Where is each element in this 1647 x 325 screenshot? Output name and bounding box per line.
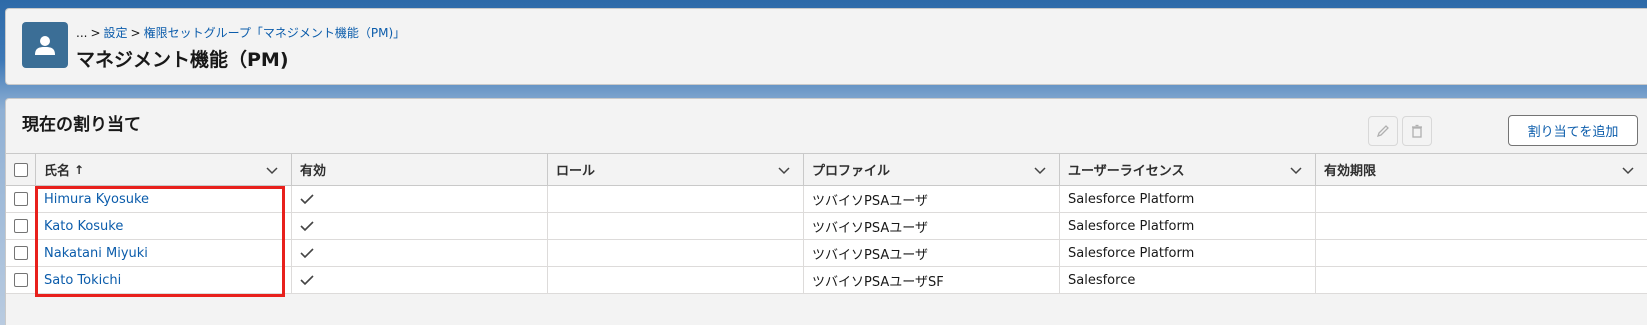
row-checkbox[interactable] [13,192,28,206]
breadcrumb-separator: > [90,26,101,40]
active-cell [292,213,548,239]
row-select-cell [6,186,36,212]
table-header-row: 氏名 ↑ 有効 ロール プロファイル ユーザーライセンス 有効期限 [6,154,1647,186]
row-checkbox[interactable] [13,273,28,287]
table-row: Nakatani Miyuki ツバイソPSAユーザ Salesforce Pl… [6,240,1647,267]
role-cell [548,213,804,239]
profile-cell: ツバイソPSAユーザ [804,186,1060,212]
user-name-link[interactable]: Himura Kyosuke [44,192,149,207]
select-all-cell [6,154,36,185]
column-header-expiry[interactable]: 有効期限 [1316,154,1647,185]
license-cell: Salesforce Platform [1060,213,1316,239]
name-cell: Kato Kosuke [36,213,292,239]
active-cell [292,186,548,212]
chevron-down-icon[interactable] [777,163,791,177]
role-cell [548,267,804,293]
assignments-table: 氏名 ↑ 有効 ロール プロファイル ユーザーライセンス 有効期限 Himura… [6,153,1647,294]
select-all-checkbox[interactable] [13,162,28,177]
checkmark-icon [300,221,314,232]
expiry-cell [1316,213,1647,239]
profile-cell: ツバイソPSAユーザSF [804,267,1060,293]
column-label-name: 氏名 [44,164,71,179]
name-cell: Sato Tokichi [36,267,292,293]
name-cell: Himura Kyosuke [36,186,292,212]
breadcrumb-setup-link[interactable]: 設定 [104,26,128,40]
chevron-down-icon[interactable] [1621,163,1635,177]
column-header-profile[interactable]: プロファイル [804,154,1060,185]
checkmark-icon [300,275,314,286]
assignments-title: 現在の割り当て [22,115,141,135]
edit-button[interactable] [1368,116,1398,146]
breadcrumb: ... > 設定 > 権限セットグループ「マネジメント機能（PM)」 [76,24,405,41]
row-select-cell [6,267,36,293]
add-assignment-button[interactable]: 割り当てを追加 [1508,115,1638,146]
row-select-cell [6,213,36,239]
role-cell [548,240,804,266]
chevron-down-icon[interactable] [265,163,279,177]
page-header: ... > 設定 > 権限セットグループ「マネジメント機能（PM)」 マネジメント機能（… [5,8,1647,85]
assignments-card: 現在の割り当て 割り当てを追加 氏名 ↑ 有効 ロール プロファイル ユーザーラ… [5,98,1647,325]
column-label-profile: プロファイル [812,164,891,179]
expiry-cell [1316,186,1647,212]
profile-cell: ツバイソPSAユーザ [804,213,1060,239]
chevron-down-icon[interactable] [1289,163,1303,177]
checkmark-icon [300,194,314,205]
user-name-link[interactable]: Nakatani Miyuki [44,246,148,261]
license-cell: Salesforce Platform [1060,240,1316,266]
column-label-role: ロール [556,164,596,179]
trash-icon [1412,124,1422,138]
column-label-expiry: 有効期限 [1324,164,1377,179]
active-cell [292,240,548,266]
role-cell [548,186,804,212]
breadcrumb-separator: > [130,26,141,40]
profile-cell: ツバイソPSAユーザ [804,240,1060,266]
active-cell [292,267,548,293]
column-header-role[interactable]: ロール [548,154,804,185]
page-title: マネジメント機能（PM) [76,49,289,71]
breadcrumb-ellipsis[interactable]: ... [76,26,87,40]
chevron-down-icon[interactable] [1033,163,1047,177]
expiry-cell [1316,267,1647,293]
pencil-icon [1376,125,1389,138]
sort-ascending-icon: ↑ [74,162,85,177]
license-cell: Salesforce Platform [1060,186,1316,212]
column-header-active: 有効 [292,154,548,185]
column-header-license[interactable]: ユーザーライセンス [1060,154,1316,185]
column-header-name[interactable]: 氏名 ↑ [36,154,292,185]
user-name-link[interactable]: Kato Kosuke [44,219,123,234]
table-row: Sato Tokichi ツバイソPSAユーザSF Salesforce [6,267,1647,294]
expiry-cell [1316,240,1647,266]
row-checkbox[interactable] [13,246,28,260]
column-label-active: 有効 [300,164,327,179]
breadcrumb-group-link[interactable]: 権限セットグループ「マネジメント機能（PM)」 [144,26,406,40]
delete-button[interactable] [1402,116,1432,146]
row-select-cell [6,240,36,266]
license-cell: Salesforce [1060,267,1316,293]
table-row: Himura Kyosuke ツバイソPSAユーザ Salesforce Pla… [6,186,1647,213]
user-name-link[interactable]: Sato Tokichi [44,273,121,288]
name-cell: Nakatani Miyuki [36,240,292,266]
table-row: Kato Kosuke ツバイソPSAユーザ Salesforce Platfo… [6,213,1647,240]
row-checkbox[interactable] [13,219,28,233]
user-icon [22,22,68,68]
checkmark-icon [300,248,314,259]
column-label-license: ユーザーライセンス [1068,164,1185,179]
